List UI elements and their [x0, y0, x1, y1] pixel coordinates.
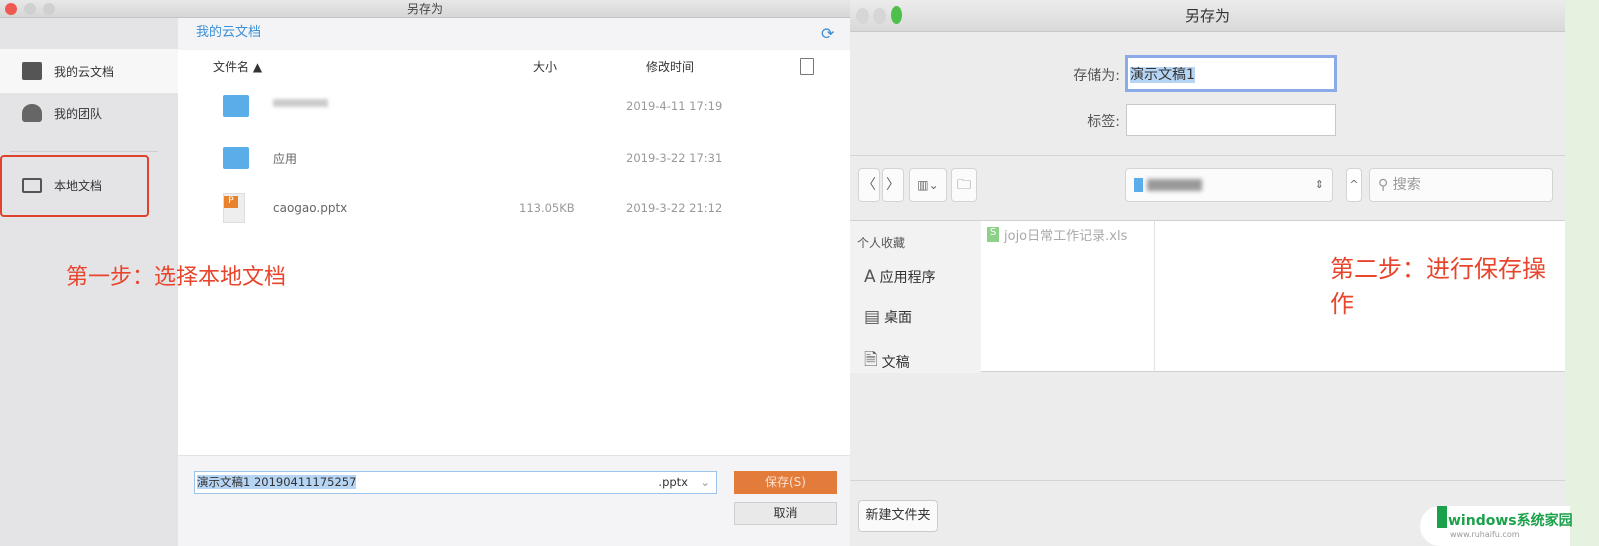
minimize-button[interactable]	[24, 3, 36, 15]
filename-value: 演示文稿1 20190411175257	[197, 475, 357, 489]
file-modified: 2019-3-22 17:31	[626, 151, 723, 165]
new-folder-icon: 🗀	[957, 177, 971, 193]
table-row[interactable]: 应用 2019-3-22 17:31	[178, 133, 850, 183]
minimize-button[interactable]	[873, 8, 886, 24]
location-blurred	[1147, 179, 1203, 191]
sidebar-item-team[interactable]: 我的团队	[0, 91, 178, 135]
filename-input[interactable]: 演示文稿1 20190411175257 .pptx ⌄	[194, 471, 717, 494]
documents-icon: 🗎	[864, 350, 878, 370]
sidebar: 个人收藏 A 应用程序 ▤ 桌面 🗎 文稿	[850, 221, 981, 373]
breadcrumb: 我的云文档	[178, 18, 850, 50]
table-row[interactable]: P caogao.pptx 113.05KB 2019-3-22 21:12	[178, 183, 850, 233]
file-browser: 个人收藏 A 应用程序 ▤ 桌面 🗎 文稿 Sjojo日常工作记录.xls 第二步：进…	[850, 220, 1565, 373]
search-icon: ⚲	[1378, 177, 1389, 193]
wps-save-dialog: 另存为 我的云文档 我的团队 本地文档 我的云文档 ⟳ 文件名 ▲ 大小 修改时…	[0, 0, 850, 546]
divider	[10, 151, 158, 152]
close-button[interactable]	[856, 8, 869, 24]
step-one-annotation: 第一步：选择本地文档	[66, 265, 287, 290]
updown-icon: ⇕	[1314, 178, 1324, 191]
search-placeholder: 搜索	[1392, 177, 1421, 193]
desktop-icon: ▤	[864, 307, 881, 327]
watermark-house-icon	[1437, 506, 1447, 528]
column-modified[interactable]: 修改时间	[646, 58, 694, 75]
folder-icon	[1134, 178, 1143, 192]
column-name[interactable]: 文件名 ▲	[213, 58, 262, 75]
sidebar-item-label: 我的团队	[54, 106, 103, 121]
sidebar-item-documents[interactable]: 🗎 文稿	[864, 347, 910, 376]
file-size: 113.05KB	[519, 201, 575, 215]
sidebar-item-label: 应用程序	[879, 270, 936, 286]
save-as-label: 存储为:	[1073, 68, 1120, 84]
spreadsheet-icon: S	[987, 227, 999, 242]
breadcrumb-item[interactable]: 我的云文档	[196, 25, 261, 40]
mac-save-dialog: 另存为 存储为: 演示文稿1 标签: 〈 〉 ▥⌄ 🗀 ⇕ ^ ⚲ 搜索 个人收…	[850, 0, 1565, 546]
list-item[interactable]: Sjojo日常工作记录.xls	[987, 225, 1127, 244]
watermark-url: www.ruhaifu.com	[1450, 530, 1520, 539]
search-input[interactable]: ⚲ 搜索	[1369, 168, 1553, 202]
favorites-header: 个人收藏	[857, 236, 906, 250]
tags-label: 标签:	[1087, 114, 1120, 130]
watermark-text: windows系统家园	[1448, 513, 1573, 529]
highlight-box	[0, 155, 149, 217]
folder-icon	[223, 147, 249, 169]
file-name-blurred	[273, 99, 328, 107]
step-two-annotation: 第二步：进行保存操作	[1330, 255, 1546, 318]
save-as-input[interactable]: 演示文稿1	[1125, 55, 1337, 92]
expand-button[interactable]: ^	[1346, 168, 1362, 202]
team-icon	[22, 104, 42, 122]
tags-input[interactable]	[1126, 104, 1336, 136]
chevron-down-icon[interactable]: ⌄	[700, 472, 710, 493]
column-size[interactable]: 大小	[533, 58, 557, 75]
back-button[interactable]: 〈	[858, 168, 880, 202]
extension-select[interactable]: .pptx	[658, 472, 688, 493]
background-strip	[1565, 0, 1599, 546]
sidebar-item-cloud-docs[interactable]: 我的云文档	[0, 49, 178, 93]
sidebar-item-label: 我的云文档	[54, 64, 115, 79]
new-file-icon[interactable]	[800, 58, 814, 75]
cloud-folder-icon	[22, 62, 42, 80]
title-bar: 另存为	[0, 0, 850, 18]
title-bar: 另存为	[850, 0, 1565, 32]
dialog-title: 另存为	[1184, 7, 1230, 25]
column-divider	[1154, 221, 1155, 373]
save-button[interactable]: 保存(S)	[734, 471, 837, 494]
zoom-button[interactable]	[891, 6, 902, 24]
divider	[850, 480, 1565, 481]
sidebar-item-desktop[interactable]: ▤ 桌面	[864, 307, 912, 327]
cancel-button[interactable]: 取消	[734, 502, 837, 525]
close-button[interactable]	[5, 3, 17, 15]
table-row[interactable]: 2019-4-11 17:19	[178, 81, 850, 131]
refresh-icon[interactable]: ⟳	[821, 24, 834, 43]
folder-icon	[223, 95, 249, 117]
new-folder-icon-button[interactable]: 🗀	[951, 168, 977, 202]
forward-button[interactable]: 〉	[882, 168, 904, 202]
location-popup[interactable]: ⇕	[1125, 168, 1333, 202]
file-name: 应用	[273, 152, 298, 166]
file-name: caogao.pptx	[273, 201, 348, 215]
new-folder-button[interactable]: 新建文件夹	[858, 500, 938, 532]
dialog-title: 另存为	[406, 2, 443, 16]
sidebar-item-applications[interactable]: A 应用程序	[864, 267, 936, 287]
file-modified: 2019-4-11 17:19	[626, 99, 723, 113]
save-as-value: 演示文稿1	[1130, 67, 1195, 83]
sidebar-item-label: 桌面	[884, 310, 913, 326]
bottom-bar: 演示文稿1 20190411175257 .pptx ⌄ 保存(S) 取消	[178, 455, 850, 546]
watermark-logo: windows系统家园 www.ruhaifu.com	[1420, 506, 1573, 546]
divider	[850, 155, 1565, 156]
columns-icon: ▥⌄	[917, 178, 939, 192]
file-modified: 2019-3-22 21:12	[626, 201, 723, 215]
applications-icon: A	[864, 267, 876, 287]
sidebar-item-label: 文稿	[881, 354, 910, 371]
pptx-icon: P	[223, 193, 245, 223]
file-name: jojo日常工作记录.xls	[1004, 229, 1128, 244]
zoom-button[interactable]	[43, 3, 55, 15]
view-mode-button[interactable]: ▥⌄	[909, 168, 947, 202]
